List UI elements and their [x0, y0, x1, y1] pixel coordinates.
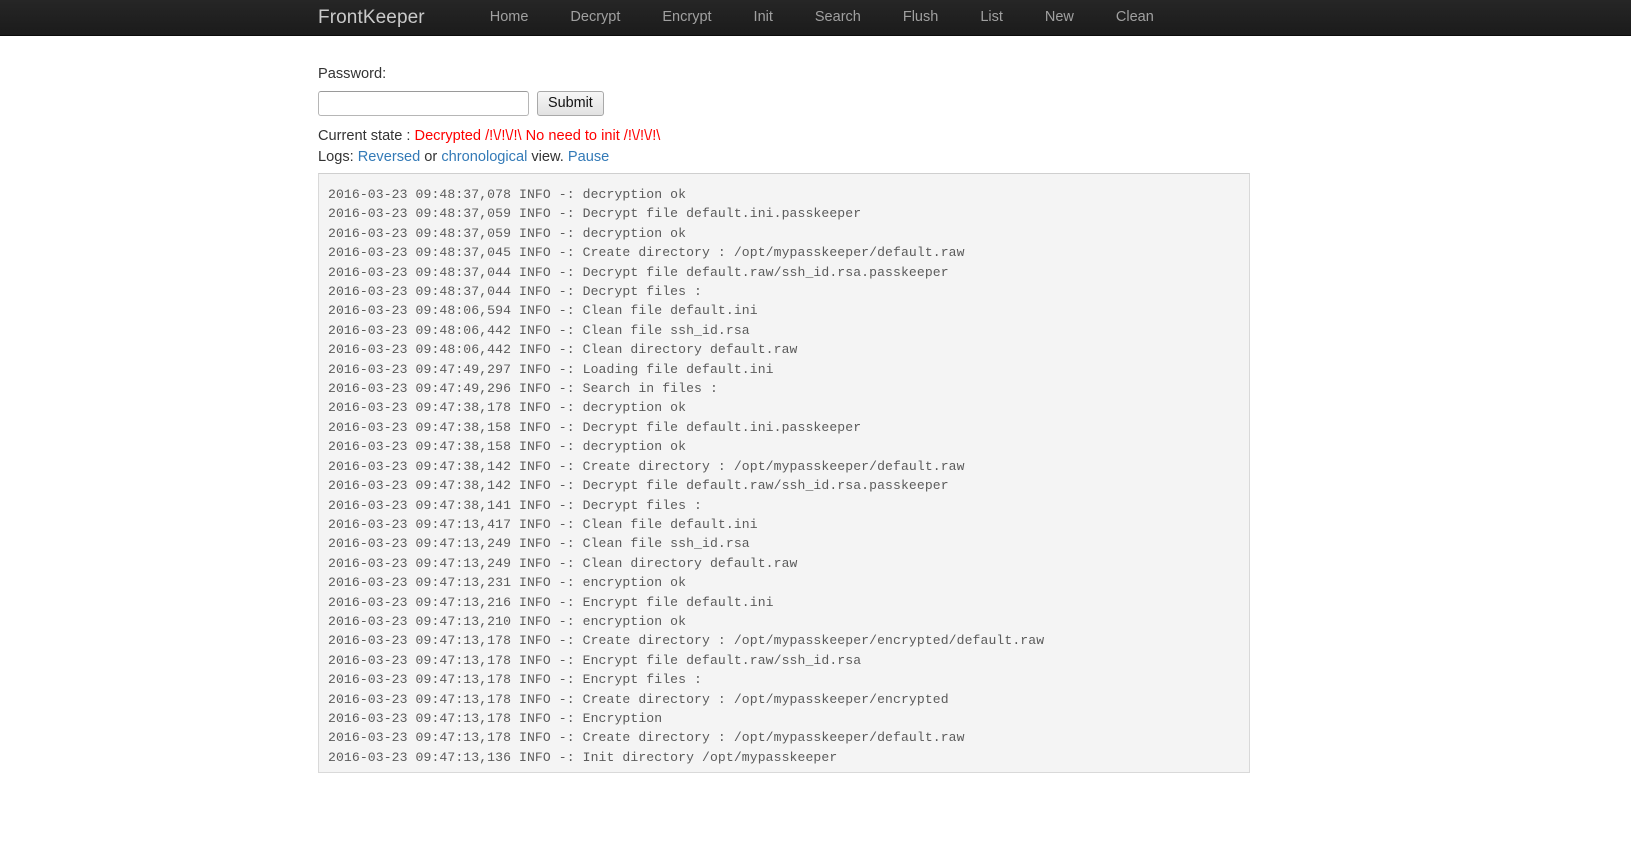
- log-line: 2016-03-23 09:47:38,142 INFO -: Create d…: [328, 458, 965, 474]
- log-lines-container: 2016-03-23 09:48:37,078 INFO -: decrypti…: [328, 185, 1249, 767]
- log-line: 2016-03-23 09:47:13,178 INFO -: Encrypt …: [328, 672, 703, 688]
- log-line: 2016-03-23 09:47:38,142 INFO -: Decrypt …: [328, 478, 949, 494]
- logs-controls: Logs: Reversed or chronological view. Pa…: [318, 149, 1631, 165]
- view-label: view.: [527, 149, 568, 165]
- nav-item-search[interactable]: Search: [794, 10, 882, 25]
- log-line: 2016-03-23 09:48:37,059 INFO -: decrypti…: [328, 225, 687, 241]
- main-content: Password: Submit Current state : Decrypt…: [0, 66, 1631, 773]
- log-line: 2016-03-23 09:47:38,158 INFO -: Decrypt …: [328, 419, 862, 435]
- nav-item-encrypt[interactable]: Encrypt: [641, 10, 732, 25]
- log-line: 2016-03-23 09:47:13,249 INFO -: Clean fi…: [328, 536, 750, 552]
- current-state-value: Decrypted /!\/!\/!\ No need to init /!\/…: [414, 128, 661, 144]
- log-line: 2016-03-23 09:47:38,178 INFO -: decrypti…: [328, 400, 687, 416]
- log-line: 2016-03-23 09:47:38,141 INFO -: Decrypt …: [328, 497, 703, 513]
- password-form: Submit: [318, 91, 1631, 116]
- current-state: Current state : Decrypted /!\/!\/!\ No n…: [318, 128, 1631, 144]
- log-line: 2016-03-23 09:47:13,178 INFO -: Encrypt …: [328, 652, 862, 668]
- or-label: or: [420, 149, 442, 165]
- brand-link[interactable]: FrontKeeper: [318, 8, 425, 27]
- nav-item-home[interactable]: Home: [469, 10, 550, 25]
- log-line: 2016-03-23 09:47:13,178 INFO -: Create d…: [328, 730, 965, 746]
- log-line: 2016-03-23 09:47:13,417 INFO -: Clean fi…: [328, 516, 758, 532]
- nav-links: Home Decrypt Encrypt Init Search Flush L…: [469, 10, 1175, 25]
- nav-item-list[interactable]: List: [959, 10, 1024, 25]
- reversed-view-link[interactable]: Reversed: [358, 149, 420, 165]
- log-line: 2016-03-23 09:48:37,045 INFO -: Create d…: [328, 245, 965, 261]
- current-state-prefix: Current state :: [318, 128, 415, 144]
- pause-link[interactable]: Pause: [568, 149, 609, 165]
- log-line: 2016-03-23 09:47:13,136 INFO -: Init dir…: [328, 749, 838, 765]
- log-line: 2016-03-23 09:48:37,044 INFO -: Decrypt …: [328, 264, 949, 280]
- log-line: 2016-03-23 09:47:13,210 INFO -: encrypti…: [328, 613, 687, 629]
- log-line: 2016-03-23 09:47:49,296 INFO -: Search i…: [328, 381, 718, 397]
- log-line: 2016-03-23 09:48:06,594 INFO -: Clean fi…: [328, 303, 758, 319]
- log-line: 2016-03-23 09:47:13,178 INFO -: Create d…: [328, 691, 949, 707]
- log-line: 2016-03-23 09:48:37,059 INFO -: Decrypt …: [328, 206, 862, 222]
- log-line: 2016-03-23 09:47:38,158 INFO -: decrypti…: [328, 439, 687, 455]
- log-line: 2016-03-23 09:47:13,178 INFO -: Encrypti…: [328, 710, 663, 726]
- submit-button[interactable]: Submit: [537, 91, 604, 116]
- log-line: 2016-03-23 09:47:13,178 INFO -: Create d…: [328, 633, 1045, 649]
- nav-item-init[interactable]: Init: [733, 10, 794, 25]
- log-line: 2016-03-23 09:48:06,442 INFO -: Clean di…: [328, 342, 798, 358]
- password-label: Password:: [318, 66, 387, 82]
- nav-item-clean[interactable]: Clean: [1095, 10, 1175, 25]
- log-line: 2016-03-23 09:48:06,442 INFO -: Clean fi…: [328, 322, 750, 338]
- log-line: 2016-03-23 09:47:13,231 INFO -: encrypti…: [328, 575, 687, 591]
- navbar: FrontKeeper Home Decrypt Encrypt Init Se…: [0, 0, 1631, 36]
- chronological-view-link[interactable]: chronological: [441, 149, 527, 165]
- nav-item-flush[interactable]: Flush: [882, 10, 959, 25]
- password-input[interactable]: [318, 91, 529, 116]
- nav-item-new[interactable]: New: [1024, 10, 1095, 25]
- log-line: 2016-03-23 09:47:13,249 INFO -: Clean di…: [328, 555, 798, 571]
- nav-item-decrypt[interactable]: Decrypt: [549, 10, 641, 25]
- log-line: 2016-03-23 09:47:49,297 INFO -: Loading …: [328, 361, 774, 377]
- log-line: 2016-03-23 09:47:13,216 INFO -: Encrypt …: [328, 594, 774, 610]
- logs-label: Logs:: [318, 149, 358, 165]
- log-line: 2016-03-23 09:48:37,078 INFO -: decrypti…: [328, 187, 687, 202]
- log-line: 2016-03-23 09:48:37,044 INFO -: Decrypt …: [328, 284, 703, 300]
- log-output-panel[interactable]: 2016-03-23 09:48:37,078 INFO -: decrypti…: [318, 173, 1250, 773]
